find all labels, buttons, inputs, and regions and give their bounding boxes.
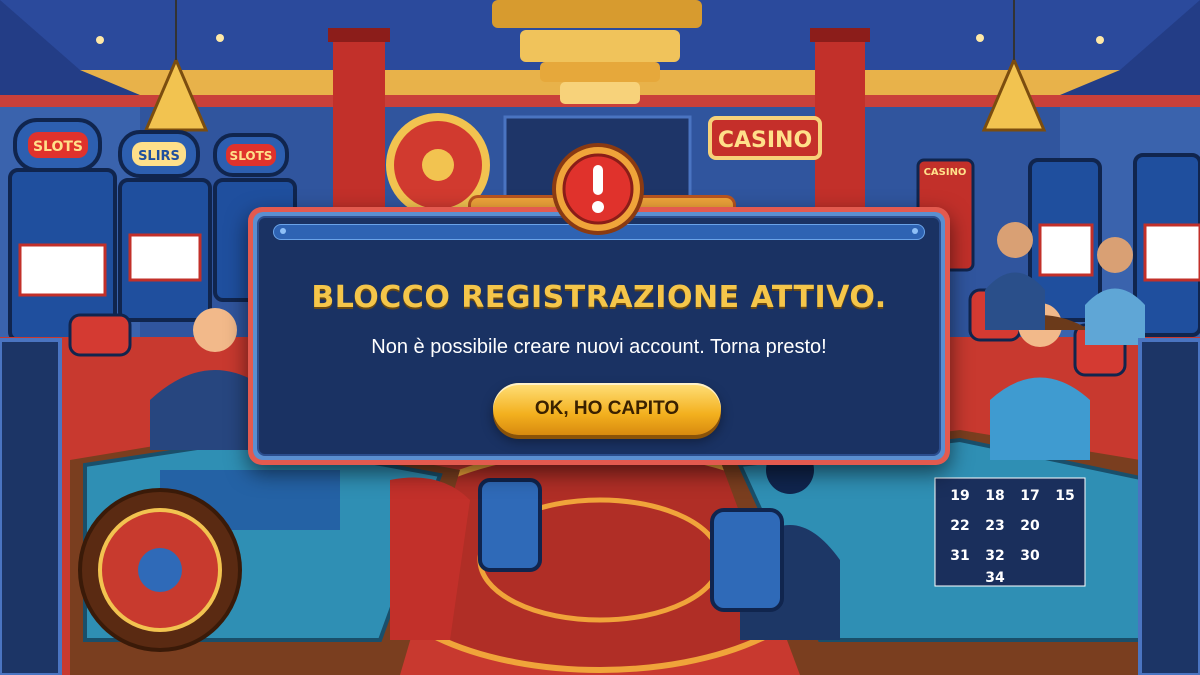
warning-icon <box>552 143 644 235</box>
slots-sign-3: SLOTS <box>230 149 273 163</box>
slots-sign-1: SLOTS <box>33 139 83 155</box>
table-number: 31 <box>950 548 969 564</box>
table-number: 23 <box>985 518 1004 534</box>
slots-sign-2: SLIRS <box>138 149 180 164</box>
registration-blocked-dialog: BLOCCO REGISTRAZIONE ATTIVO. Non è possi… <box>248 143 950 465</box>
table-number: 30 <box>1020 548 1040 564</box>
ok-button[interactable]: OK, HO CAPITO <box>493 383 721 435</box>
casino-sign: CASINO <box>718 128 812 153</box>
dialog-message: Non è possibile creare nuovi account. To… <box>371 336 827 358</box>
table-number: 32 <box>985 548 1004 564</box>
table-number: 17 <box>1020 488 1039 504</box>
casino-sign-small: CASINO <box>924 167 967 178</box>
table-number: 19 <box>950 488 969 504</box>
dialog-panel: BLOCCO REGISTRAZIONE ATTIVO. Non è possi… <box>257 216 941 456</box>
table-number: 15 <box>1055 488 1074 504</box>
table-number: 34 <box>985 570 1005 586</box>
table-number: 20 <box>1020 518 1040 534</box>
dialog-frame: BLOCCO REGISTRAZIONE ATTIVO. Non è possi… <box>248 207 950 465</box>
dialog-title: BLOCCO REGISTRAZIONE ATTIVO. <box>311 280 887 315</box>
table-number: 22 <box>950 518 969 534</box>
dialog-border: BLOCCO REGISTRAZIONE ATTIVO. Non è possi… <box>253 212 945 460</box>
table-number: 18 <box>985 488 1004 504</box>
